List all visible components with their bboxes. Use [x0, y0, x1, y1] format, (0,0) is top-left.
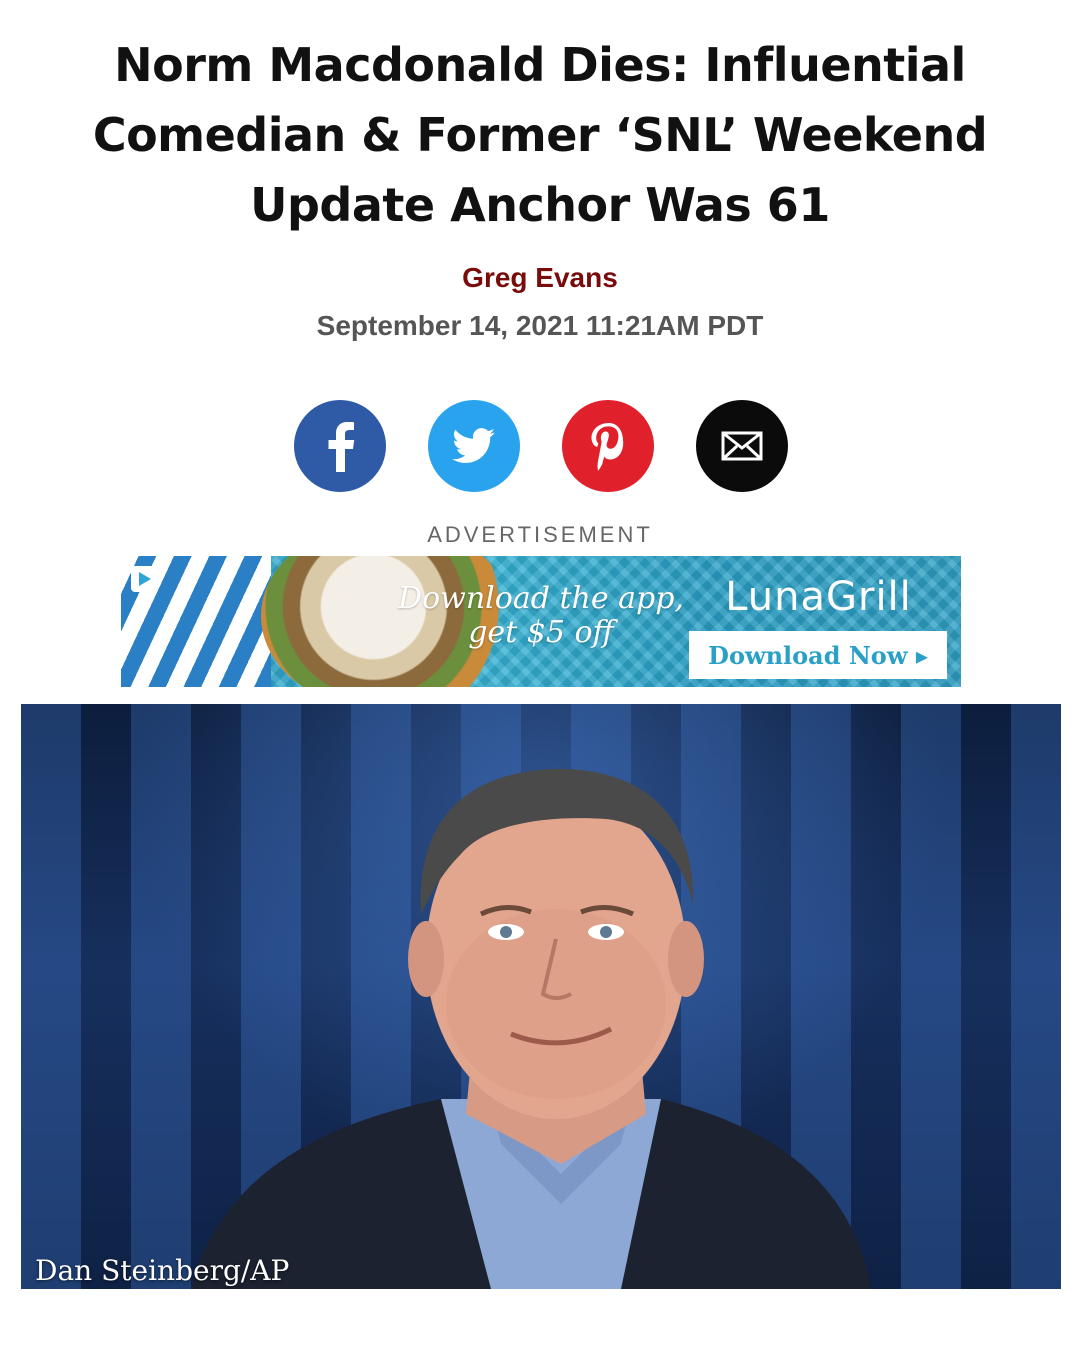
ad-choices-icon[interactable]	[131, 566, 157, 592]
ad-tagline: Download the app, get $5 off	[396, 582, 686, 650]
article-photo: Dan Steinberg/AP	[21, 704, 1061, 1289]
publish-date: September 14, 2021 11:21AM PDT	[316, 310, 764, 341]
portrait-illustration	[191, 768, 871, 1289]
pinterest-icon	[588, 421, 628, 471]
ad-brand-logo: LunaGrill	[725, 574, 912, 620]
ad-tagline-line2: get $5 off	[468, 615, 614, 650]
twitter-share-button[interactable]	[428, 400, 520, 492]
share-buttons	[294, 400, 788, 492]
twitter-icon	[452, 428, 496, 464]
article-headline: Norm Macdonald Dies: Influential Comedia…	[92, 38, 988, 232]
facebook-icon	[320, 420, 360, 472]
envelope-icon	[721, 431, 763, 461]
author-link[interactable]: Greg Evans	[462, 262, 618, 293]
advertisement-label: ADVERTISEMENT	[427, 522, 653, 547]
ad-banner[interactable]: Download the app, get $5 off LunaGrill D…	[121, 556, 961, 687]
photo-credit: Dan Steinberg/AP	[35, 1254, 290, 1287]
pinterest-share-button[interactable]	[562, 400, 654, 492]
email-share-button[interactable]	[696, 400, 788, 492]
ad-download-button[interactable]: Download Now ▸	[689, 631, 947, 679]
facebook-share-button[interactable]	[294, 400, 386, 492]
ad-tagline-line1: Download the app,	[398, 581, 684, 616]
byline-author[interactable]: Greg Evans	[0, 262, 1080, 294]
